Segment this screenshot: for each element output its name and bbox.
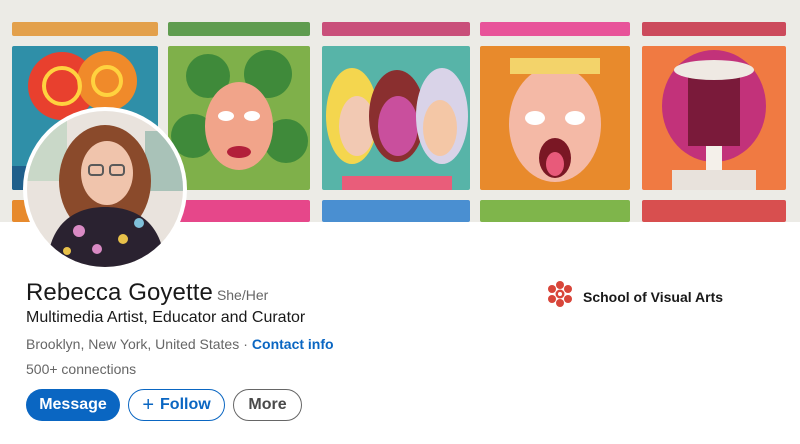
more-button[interactable]: More bbox=[233, 389, 302, 421]
profile-card: Rebecca Goyette She/Her Multimedia Artist… bbox=[0, 0, 800, 444]
artwork-tile bbox=[168, 46, 310, 190]
profile-avatar[interactable] bbox=[27, 111, 183, 267]
profile-headline: Multimedia Artist, Educator and Curator bbox=[26, 309, 306, 326]
separator: · bbox=[243, 336, 248, 352]
more-button-label: More bbox=[248, 396, 287, 413]
school-name: School of Visual Arts bbox=[583, 288, 724, 305]
artwork-tile bbox=[168, 22, 310, 36]
artwork-tile bbox=[322, 200, 470, 222]
artwork-tile bbox=[322, 22, 470, 36]
contact-info-link[interactable]: Contact info bbox=[252, 336, 334, 352]
profile-location: Brooklyn, New York, United States bbox=[26, 336, 240, 352]
profile-name: Rebecca Goyette bbox=[26, 279, 213, 306]
follow-button-label: Follow bbox=[160, 396, 211, 413]
name-row: Rebecca Goyette She/Her bbox=[26, 279, 268, 307]
artwork-tile bbox=[480, 46, 630, 190]
plus-icon: + bbox=[142, 394, 155, 416]
artwork-tile bbox=[642, 22, 786, 36]
artwork-tile bbox=[480, 22, 630, 36]
location-row: Brooklyn, New York, United States · Contac… bbox=[26, 336, 334, 352]
connections-count: 500+ connections bbox=[26, 361, 137, 377]
message-button-label: Message bbox=[39, 396, 107, 413]
artwork-tile bbox=[642, 200, 786, 222]
profile-pronouns: She/Her bbox=[216, 287, 269, 303]
artwork-tile bbox=[322, 46, 470, 190]
follow-button[interactable]: + Follow bbox=[128, 389, 225, 421]
artwork-tile bbox=[168, 200, 310, 222]
artwork-tile bbox=[480, 200, 630, 222]
sva-logo-icon bbox=[545, 279, 575, 314]
artwork-tile bbox=[642, 46, 786, 190]
school-link[interactable]: School of Visual Arts bbox=[545, 279, 723, 314]
message-button[interactable]: Message bbox=[26, 389, 120, 421]
artwork-tile bbox=[12, 22, 158, 36]
